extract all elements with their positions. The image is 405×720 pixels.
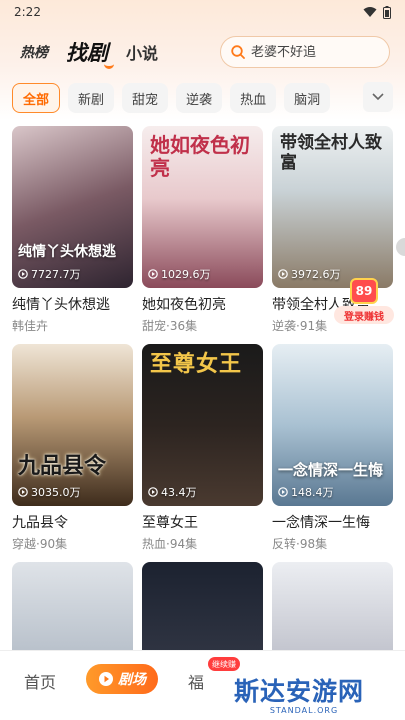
top-nav: 热榜 找剧 小说 [0, 32, 405, 72]
drama-meta: 热血·94集 [142, 537, 198, 551]
chip-action[interactable]: 热血 [230, 83, 277, 113]
chevron-down-icon [372, 93, 384, 101]
chip-comeback[interactable]: 逆袭 [176, 83, 223, 113]
tab-find-drama-label: 找剧 [66, 41, 108, 65]
drama-title: 至尊女王 [142, 515, 198, 531]
drama-card[interactable]: 一念情深一生悔 148.4万 一念情深一生悔 反转·98集 [272, 344, 393, 552]
poster-image [12, 344, 133, 506]
poster-title-art: 至尊女王 [150, 351, 243, 377]
poster-title-art: 她如夜色初亮 [150, 133, 250, 180]
drama-title: 她如夜色初亮 [142, 297, 226, 313]
view-count-value: 148.4万 [291, 486, 334, 499]
login-reward-badge[interactable]: 89 登录赚钱 [334, 278, 394, 324]
view-count: 43.4万 [148, 484, 197, 500]
reward-label: 登录赚钱 [334, 306, 394, 324]
status-bar: 2:22 [0, 0, 405, 24]
drama-title: 一念情深一生悔 [272, 515, 370, 531]
drama-card[interactable]: 她如夜色初亮 1029.6万 她如夜色初亮 甜宠·36集 [142, 126, 263, 334]
poster-title-art: 带领全村人致富 [280, 133, 382, 173]
chip-sweet[interactable]: 甜宠 [122, 83, 169, 113]
drama-poster: 带领全村人致富 3972.6万 [272, 126, 393, 288]
view-count: 148.4万 [278, 484, 334, 500]
drama-card[interactable]: 至尊女王 43.4万 至尊女王 热血·94集 [142, 344, 263, 552]
drama-poster: 至尊女王 43.4万 [142, 344, 263, 506]
poster-image [12, 126, 133, 288]
reward-amount: 89 [350, 278, 378, 304]
search-input[interactable] [251, 44, 381, 60]
search-icon [231, 45, 245, 59]
play-count-icon [18, 487, 28, 497]
drama-meta: 穿越·90集 [12, 537, 68, 551]
tab-novel[interactable]: 小说 [126, 40, 158, 64]
play-count-icon [18, 269, 28, 279]
drama-poster: 一念情深一生悔 148.4万 [272, 344, 393, 506]
play-count-icon [148, 269, 158, 279]
tab-hot-list[interactable]: 热榜 [20, 42, 48, 62]
drama-title: 纯情丫头休想逃 [12, 297, 110, 313]
view-count-value: 43.4万 [161, 486, 197, 499]
view-count-value: 1029.6万 [161, 268, 211, 281]
view-count-value: 3035.0万 [31, 486, 81, 499]
drama-poster: 纯情丫头休想逃 7727.7万 [12, 126, 133, 288]
drama-meta: 韩佳卉 [12, 319, 49, 333]
drama-title: 九品县令 [12, 515, 68, 531]
drama-poster: 她如夜色初亮 1029.6万 [142, 126, 263, 288]
chip-all[interactable]: 全部 [12, 83, 61, 113]
battery-icon [383, 5, 391, 19]
view-count: 3972.6万 [278, 266, 341, 282]
poster-title-art: 一念情深一生悔 [278, 460, 384, 479]
drama-meta: 反转·98集 [272, 537, 328, 551]
view-count: 7727.7万 [18, 266, 81, 282]
poster-image [272, 344, 393, 506]
side-scroll-handle[interactable] [396, 238, 405, 256]
nav-home[interactable]: 首页 [24, 669, 56, 693]
drama-grid: 纯情丫头休想逃 7727.7万 纯情丫头休想逃 韩佳卉 她如夜色初亮 1029.… [12, 126, 396, 720]
wifi-icon [363, 7, 377, 17]
poster-title-art: 纯情丫头休想逃 [18, 243, 116, 260]
nav-welfare[interactable]: 福 [188, 669, 204, 693]
watermark-text: 斯达安游网 [234, 677, 365, 706]
nav-theater-label: 剧场 [118, 672, 146, 688]
search-box[interactable] [220, 36, 390, 68]
view-count: 3035.0万 [18, 484, 81, 500]
drama-meta: 甜宠·36集 [142, 319, 198, 333]
drama-poster: 九品县令 3035.0万 [12, 344, 133, 506]
play-count-icon [278, 487, 288, 497]
expand-categories-button[interactable] [363, 82, 393, 112]
nav-theater[interactable]: 剧场 [86, 664, 158, 694]
site-watermark: 斯达安游网 STANDAL.ORG [234, 672, 402, 720]
play-count-icon [278, 269, 288, 279]
active-tab-indicator [104, 61, 114, 69]
poster-title-art: 九品县令 [18, 452, 107, 479]
play-icon [99, 672, 113, 686]
chip-new[interactable]: 新剧 [68, 83, 115, 113]
status-time: 2:22 [14, 5, 41, 19]
play-count-icon [148, 487, 158, 497]
welfare-badge: 继续赚 [208, 657, 240, 671]
view-count: 1029.6万 [148, 266, 211, 282]
tab-find-drama[interactable]: 找剧 [66, 37, 114, 69]
view-count-value: 7727.7万 [31, 268, 81, 281]
category-chips: 全部 新剧 甜宠 逆袭 热血 脑洞 [12, 82, 405, 114]
drama-card[interactable]: 九品县令 3035.0万 九品县令 穿越·90集 [12, 344, 133, 552]
drama-card[interactable]: 纯情丫头休想逃 7727.7万 纯情丫头休想逃 韩佳卉 [12, 126, 133, 334]
chip-creative[interactable]: 脑洞 [284, 83, 331, 113]
